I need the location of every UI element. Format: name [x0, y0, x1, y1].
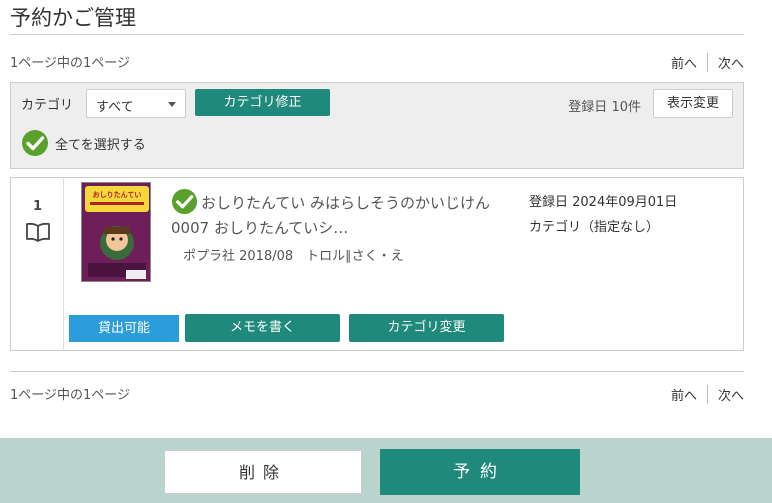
page-title: 予約かご管理 [10, 6, 136, 30]
chevron-down-icon [168, 102, 176, 107]
prev-page-link[interactable]: 前へ [671, 385, 708, 404]
delete-button[interactable]: 削除 [164, 450, 362, 494]
item-count: 10件 [611, 100, 641, 115]
book-cover-image[interactable]: おしりたんてい [81, 182, 151, 282]
title-divider [10, 34, 744, 35]
select-all-label: 全てを選択する [55, 137, 146, 153]
select-all-toggle[interactable]: 全てを選択する [21, 129, 146, 157]
pager-nav-top: 前へ 次へ [671, 53, 744, 72]
item-category: カテゴリ（指定なし） [529, 220, 660, 235]
book-cover-art: おしりたんてい [82, 183, 150, 281]
reserve-button[interactable]: 予約 [380, 449, 580, 495]
pager-status-bottom: 1ページ中の1ページ [10, 388, 131, 403]
item-index-column: 1 [11, 178, 64, 350]
check-circle-icon[interactable] [171, 188, 198, 215]
item-title-text: おしりたんてい みはらしそうのかいじけん 0007 おしりたんていシ… [171, 194, 491, 237]
category-select[interactable]: すべて [86, 89, 186, 118]
sort-info: 登録日 10件 [568, 96, 641, 115]
item-number: 1 [32, 199, 43, 214]
book-cover-logo-text: おしりたんてい [93, 190, 142, 199]
view-change-button[interactable]: 表示変更 [653, 89, 733, 118]
check-circle-icon [22, 130, 48, 156]
write-memo-button[interactable]: メモを書く [185, 314, 340, 342]
list-item: 1 おしりたんてい おしりたんてい みはらしそうのかいじけん 0007 おしりた… [10, 177, 744, 351]
action-footer: 削除 予約 [0, 438, 772, 503]
category-change-button[interactable]: カテゴリ変更 [349, 314, 504, 342]
pager-nav-bottom: 前へ 次へ [671, 385, 744, 404]
category-select-value: すべて [96, 100, 134, 115]
pager-status-top: 1ページ中の1ページ [10, 56, 131, 71]
basket-toolbar: カテゴリ すべて カテゴリ修正 登録日 10件 表示変更 全てを選択する [10, 82, 744, 169]
sort-label: 登録日 [568, 100, 608, 115]
open-book-icon [26, 222, 50, 242]
status-badge: 貸出可能 [69, 315, 179, 342]
item-registered-date: 登録日 2024年09月01日 [529, 195, 678, 210]
next-page-link[interactable]: 次へ [708, 53, 744, 72]
category-label: カテゴリ [21, 98, 74, 113]
next-page-link[interactable]: 次へ [708, 385, 744, 404]
item-publisher-info: ポプラ社 2018/08 トロル∥さく・え [183, 249, 404, 264]
list-divider [10, 371, 744, 372]
prev-page-link[interactable]: 前へ [671, 53, 708, 72]
item-title[interactable]: おしりたんてい みはらしそうのかいじけん 0007 おしりたんていシ… [171, 188, 496, 241]
category-fix-button[interactable]: カテゴリ修正 [195, 89, 330, 116]
